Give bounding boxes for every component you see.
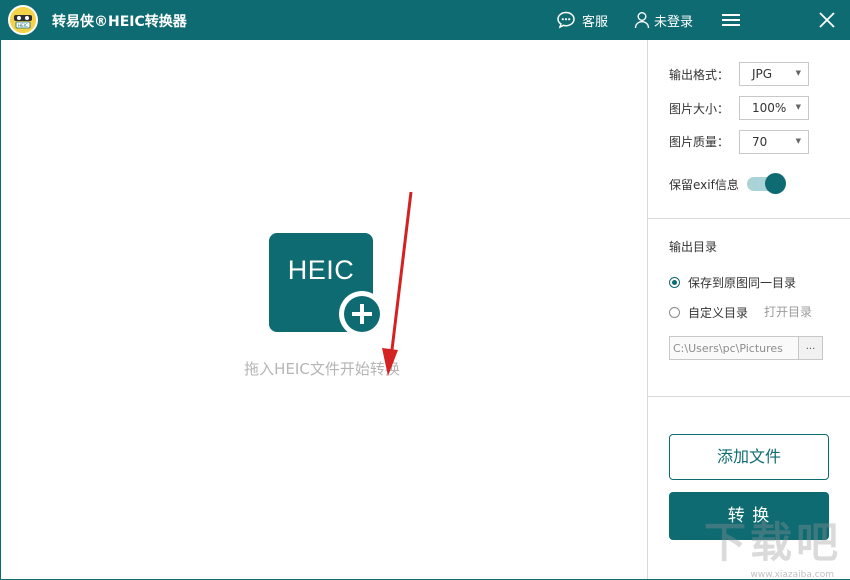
radio-custom-directory[interactable]: 自定义目录 bbox=[669, 304, 748, 321]
quality-select[interactable]: 70 ▼ bbox=[739, 130, 809, 154]
quality-label: 图片质量： bbox=[669, 134, 730, 149]
user-icon bbox=[634, 12, 650, 29]
custom-directory-label: 自定义目录 bbox=[688, 306, 749, 320]
format-value: JPG bbox=[752, 67, 773, 81]
app-title: 转易侠®HEIC转换器 bbox=[52, 14, 187, 30]
logo-text: HEIC bbox=[18, 23, 28, 28]
app-logo-icon: HEIC bbox=[8, 5, 38, 35]
format-settings-section: 输出格式： JPG ▼ 图片大小： 100% ▼ 图片质量： 70 ▼ 保留ex… bbox=[648, 40, 850, 219]
open-directory-link[interactable]: 打开目录 bbox=[764, 303, 812, 320]
customer-service-label: 客服 bbox=[582, 14, 609, 30]
chat-bubble-icon bbox=[557, 11, 575, 29]
drop-hint-text: 拖入HEIC文件开始转换 bbox=[244, 360, 400, 378]
radio-unselected-icon bbox=[669, 307, 680, 318]
exif-label: 保留exif信息 bbox=[669, 177, 739, 192]
login-button[interactable]: 未登录 bbox=[634, 0, 693, 40]
chevron-down-icon: ▼ bbox=[795, 103, 801, 111]
add-heic-tile[interactable]: HEIC bbox=[269, 233, 385, 337]
heic-tile-label: HEIC bbox=[287, 255, 355, 285]
close-icon bbox=[819, 12, 835, 28]
chevron-down-icon: ▼ bbox=[795, 69, 801, 77]
hamburger-menu-icon bbox=[722, 14, 740, 26]
red-arrow-annotation bbox=[382, 191, 413, 376]
exif-row: 保留exif信息 bbox=[669, 172, 739, 196]
output-directory-title: 输出目录 bbox=[669, 240, 718, 254]
drop-zone[interactable]: HEIC 拖入HEIC文件开始转换 bbox=[1, 40, 647, 579]
size-value: 100% bbox=[752, 101, 787, 115]
format-select[interactable]: JPG ▼ bbox=[739, 62, 809, 86]
main-panel: HEIC 拖入HEIC文件开始转换 bbox=[1, 40, 647, 579]
format-row: 输出格式： bbox=[669, 62, 739, 86]
format-label: 输出格式： bbox=[669, 67, 730, 82]
same-directory-label: 保存到原图同一目录 bbox=[688, 276, 797, 290]
add-files-button[interactable]: 添加文件 bbox=[669, 434, 829, 480]
quality-row: 图片质量： bbox=[669, 129, 739, 153]
output-directory-section: 输出目录 保存到原图同一目录 自定义目录 打开目录 C:\Users\pc\Pi… bbox=[648, 219, 850, 397]
menu-button[interactable] bbox=[720, 0, 742, 40]
settings-sidebar: 输出格式： JPG ▼ 图片大小： 100% ▼ 图片质量： 70 ▼ 保留ex… bbox=[647, 40, 850, 579]
chevron-down-icon: ▼ bbox=[795, 137, 801, 145]
size-select[interactable]: 100% ▼ bbox=[739, 96, 809, 120]
output-path-value: C:\Users\pc\Pictures bbox=[673, 342, 783, 355]
size-label: 图片大小： bbox=[669, 101, 730, 116]
convert-button[interactable]: 转 换 bbox=[669, 492, 829, 540]
title-bar: HEIC 转易侠®HEIC转换器 客服 未登录 bbox=[0, 0, 850, 40]
output-path-field[interactable]: C:\Users\pc\Pictures bbox=[669, 336, 799, 360]
quality-value: 70 bbox=[752, 135, 768, 149]
browse-button[interactable]: ... bbox=[799, 336, 823, 360]
exif-toggle[interactable] bbox=[747, 173, 786, 194]
login-label: 未登录 bbox=[654, 14, 694, 30]
radio-selected-icon bbox=[669, 277, 680, 288]
customer-service-button[interactable]: 客服 bbox=[556, 0, 608, 40]
size-row: 图片大小： bbox=[669, 96, 739, 120]
radio-same-directory[interactable]: 保存到原图同一目录 bbox=[669, 274, 796, 291]
close-button[interactable] bbox=[816, 0, 838, 40]
